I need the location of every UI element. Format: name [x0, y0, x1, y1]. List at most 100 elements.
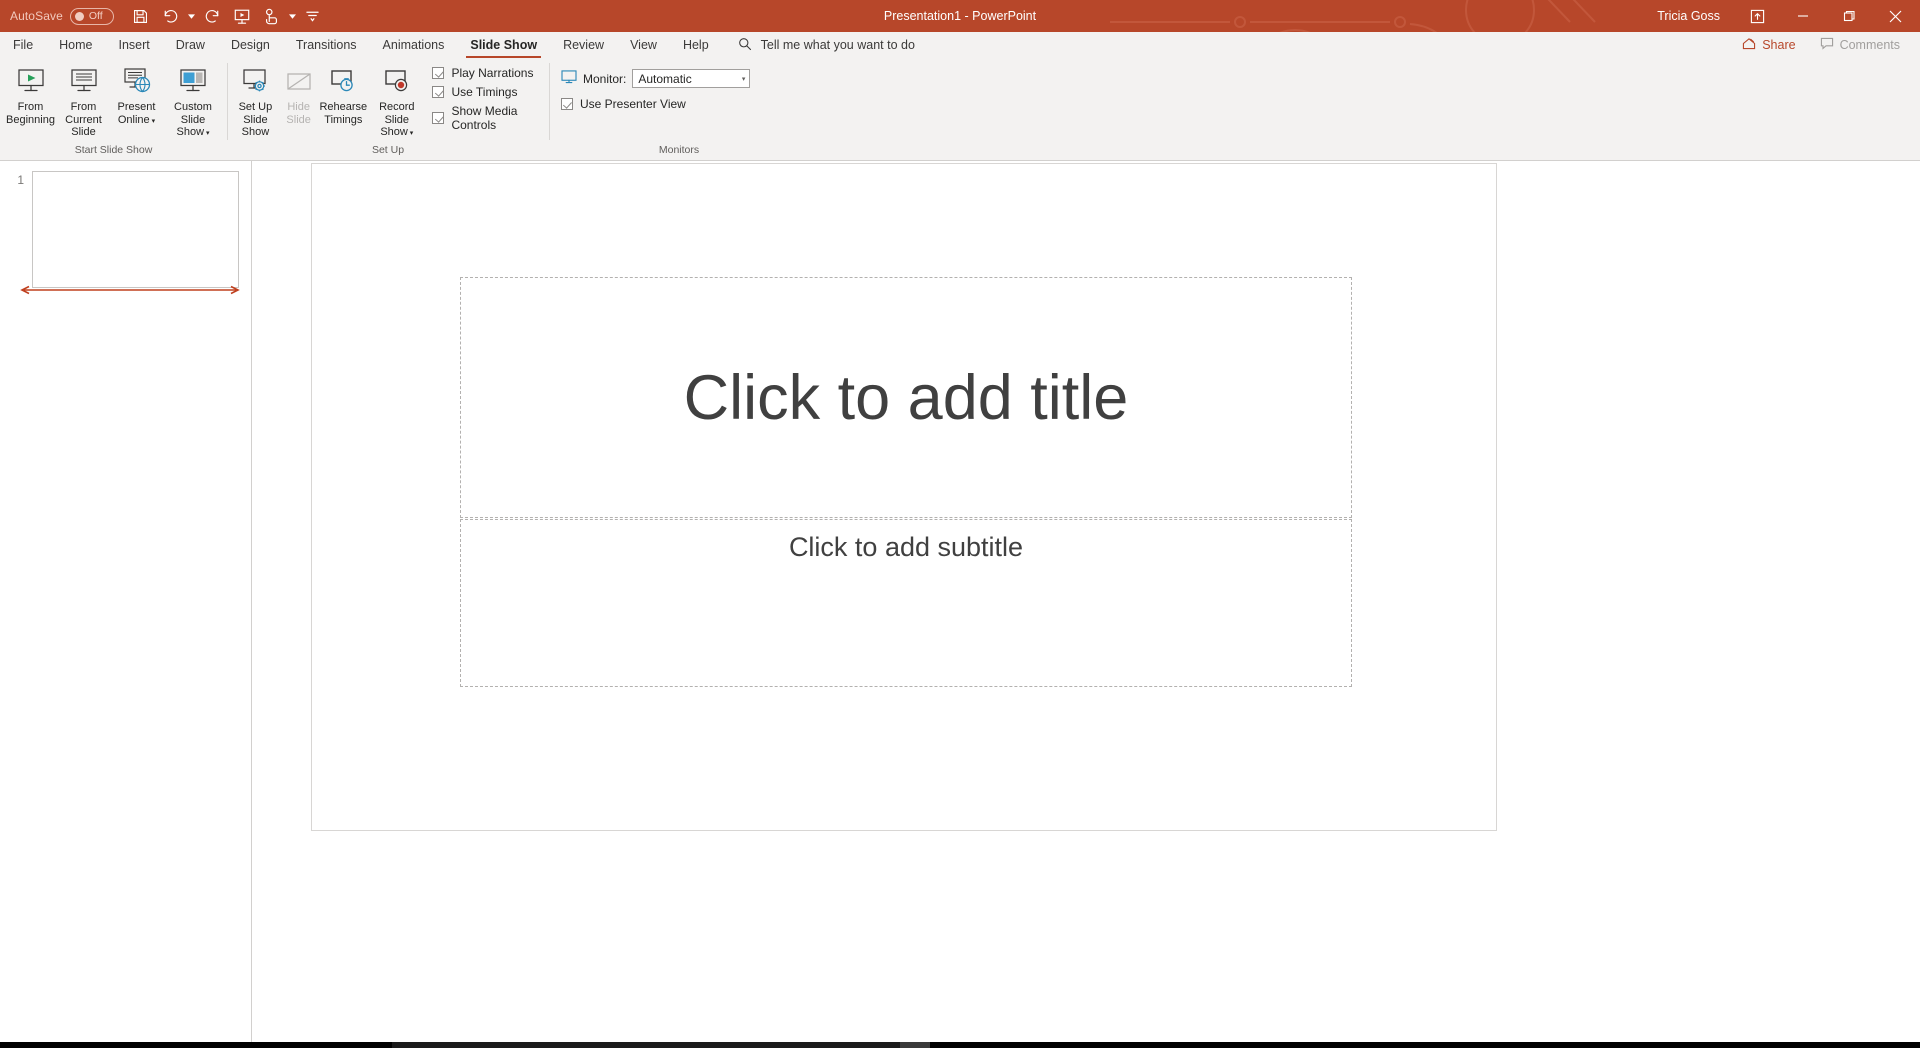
present-online-icon: [121, 65, 153, 99]
tab-label: Design: [230, 38, 270, 52]
slide-thumbnail-pane[interactable]: 1: [0, 161, 252, 1048]
rehearse-timings-label: Rehearse Timings: [319, 101, 368, 126]
present-online-button[interactable]: Present Online ▾: [110, 61, 163, 130]
quick-access-toolbar: AutoSave Off: [0, 2, 328, 30]
autosave-switch[interactable]: Off: [69, 7, 114, 25]
hide-slide-button[interactable]: Hide Slide: [280, 61, 318, 128]
search-icon: [738, 37, 752, 54]
slide-canvas[interactable]: Click to add title Click to add subtitle: [311, 163, 1497, 831]
close-button[interactable]: [1872, 0, 1918, 32]
redo-icon[interactable]: [197, 2, 227, 30]
set-up-checkbox-list: Play Narrations Use Timings Show Media C…: [424, 61, 545, 132]
chevron-down-icon[interactable]: ▾: [408, 130, 414, 137]
show-media-controls-checkbox[interactable]: Show Media Controls: [432, 104, 539, 132]
monitors-controls: Monitor: Automatic ▾ Use Presenter View: [553, 61, 756, 111]
taskbar-segment: [392, 1042, 920, 1048]
start-from-beginning-icon[interactable]: [227, 2, 257, 30]
ribbon-right-actions: Share Comments: [1732, 32, 1920, 58]
subtitle-placeholder[interactable]: Click to add subtitle: [460, 519, 1352, 687]
taskbar-edge: [0, 1042, 1920, 1048]
slide-thumbnail-1[interactable]: [32, 171, 239, 288]
tab-view[interactable]: View: [617, 32, 670, 58]
group-label-start-slide-show: Start Slide Show: [74, 144, 153, 156]
play-narrations-label: Play Narrations: [451, 66, 534, 80]
ribbon-display-options-icon[interactable]: [1734, 0, 1780, 32]
taskbar-segment: [900, 1042, 930, 1048]
comments-button[interactable]: Comments: [1810, 34, 1910, 56]
tab-label: Insert: [118, 38, 150, 52]
title-bar-decoration: [1110, 0, 1596, 32]
tab-transitions[interactable]: Transitions: [283, 32, 370, 58]
tab-insert[interactable]: Insert: [106, 32, 163, 58]
title-placeholder[interactable]: Click to add title: [460, 277, 1352, 518]
from-beginning-icon: [15, 65, 47, 99]
monitor-icon: [561, 70, 577, 87]
tab-label: Review: [563, 38, 605, 52]
tab-label: Slide Show: [470, 38, 538, 52]
chevron-down-icon[interactable]: ▾: [204, 130, 210, 137]
tab-review[interactable]: Review: [550, 32, 617, 58]
tab-label: File: [13, 38, 34, 52]
record-slide-show-icon: [381, 65, 413, 99]
undo-dropdown-caret-icon[interactable]: [186, 2, 197, 30]
tab-label: Animations: [382, 38, 445, 52]
minimize-button[interactable]: [1780, 0, 1826, 32]
ribbon-tab-strip: File Home Insert Draw Design Transitions…: [0, 32, 1920, 58]
tab-label: Home: [59, 38, 93, 52]
monitor-label: Monitor:: [583, 71, 627, 86]
show-media-controls-label: Show Media Controls: [451, 104, 518, 132]
rehearse-timings-button[interactable]: Rehearse Timings: [317, 61, 369, 128]
group-label-set-up: Set Up: [371, 144, 405, 156]
set-up-slide-show-button[interactable]: Set Up Slide Show: [231, 61, 280, 141]
touch-mode-icon[interactable]: [257, 2, 287, 30]
play-narrations-checkbox[interactable]: Play Narrations: [432, 66, 539, 80]
tell-me-search[interactable]: Tell me what you want to do: [722, 32, 915, 58]
set-up-slide-show-icon: [239, 65, 271, 99]
use-timings-label: Use Timings: [451, 85, 518, 99]
window-controls: Tricia Goss: [1657, 0, 1920, 32]
custom-slide-show-button[interactable]: Custom Slide Show ▾: [163, 61, 223, 143]
save-icon[interactable]: [126, 2, 156, 30]
hide-slide-icon: [284, 65, 314, 99]
tab-design[interactable]: Design: [218, 32, 283, 58]
chevron-down-icon[interactable]: ▾: [150, 118, 156, 125]
autosave-state-label: Off: [88, 10, 103, 22]
from-beginning-label: From Beginning: [6, 101, 55, 126]
from-current-slide-button[interactable]: From Current Slide: [57, 61, 110, 141]
tab-label: Draw: [175, 38, 205, 52]
title-placeholder-text: Click to add title: [683, 362, 1129, 433]
tab-label: View: [630, 38, 657, 52]
autosave-toggle-group[interactable]: AutoSave Off: [10, 7, 114, 25]
comments-label: Comments: [1839, 38, 1900, 52]
from-beginning-button[interactable]: From Beginning: [4, 61, 57, 128]
chevron-down-icon[interactable]: ▾: [742, 75, 746, 83]
tab-slide-show[interactable]: Slide Show: [457, 32, 550, 58]
checkbox-box: [561, 98, 573, 110]
autosave-label: AutoSave: [10, 9, 63, 23]
tab-draw[interactable]: Draw: [163, 32, 218, 58]
thumbnail-list: 1: [0, 161, 251, 288]
checkbox-box: [432, 86, 445, 98]
tab-label: Help: [682, 38, 709, 52]
customize-quick-access-icon[interactable]: [298, 2, 328, 30]
set-up-slide-show-label: Set Up Slide Show: [238, 101, 273, 138]
monitor-select[interactable]: Automatic ▾: [632, 69, 751, 88]
restore-button[interactable]: [1826, 0, 1872, 32]
undo-icon[interactable]: [156, 2, 186, 30]
present-online-label: Present Online ▾: [118, 101, 156, 128]
monitor-row: Monitor: Automatic ▾: [561, 69, 751, 88]
title-bar: AutoSave Off Presentation1 - PowerPoint …: [0, 0, 1920, 32]
share-label: Share: [1762, 38, 1796, 52]
share-button[interactable]: Share: [1732, 34, 1805, 56]
document-title: Presentation1: [883, 9, 962, 23]
tab-file[interactable]: File: [0, 32, 46, 58]
touch-mode-caret-icon[interactable]: [287, 2, 298, 30]
tab-animations[interactable]: Animations: [370, 32, 458, 58]
use-timings-checkbox[interactable]: Use Timings: [432, 85, 539, 99]
tab-home[interactable]: Home: [46, 32, 105, 58]
record-slide-show-button[interactable]: Record Slide Show ▾: [369, 61, 424, 143]
tab-help[interactable]: Help: [670, 32, 722, 58]
use-presenter-view-checkbox[interactable]: Use Presenter View: [561, 97, 750, 111]
use-presenter-view-label: Use Presenter View: [580, 97, 686, 111]
account-name[interactable]: Tricia Goss: [1657, 9, 1720, 23]
